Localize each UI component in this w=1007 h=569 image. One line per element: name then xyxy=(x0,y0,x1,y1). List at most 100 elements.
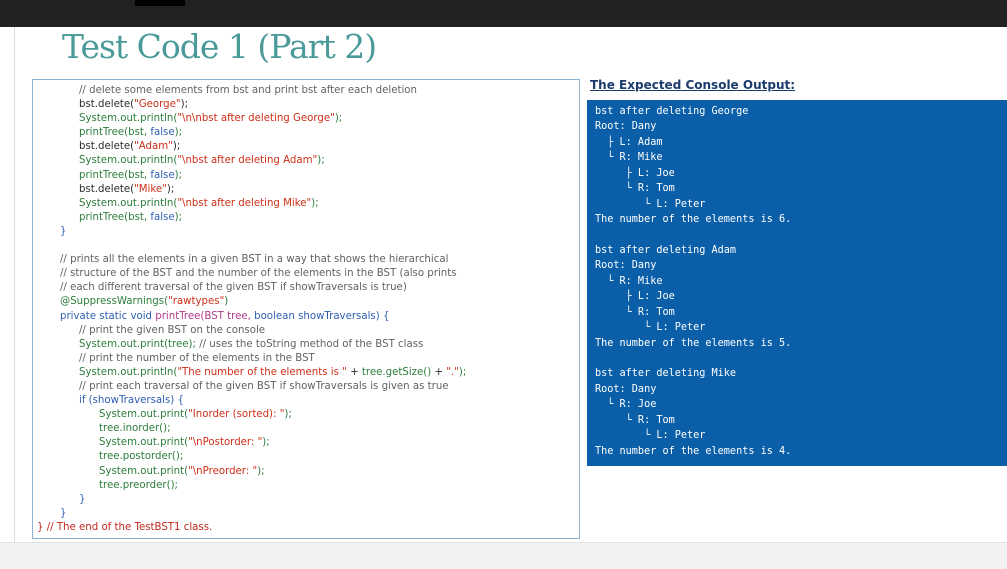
code-line: System.out.print("Inorder (sorted): "); xyxy=(33,408,579,422)
code-token: } xyxy=(79,493,86,505)
code-line: } xyxy=(33,225,579,239)
code-token: ); xyxy=(334,113,343,125)
console-line: bst after deleting Mike xyxy=(595,368,737,380)
code-token: printTree(BST tree, xyxy=(155,310,255,322)
code-token: } // The end of the TestBST1 class. xyxy=(37,521,213,533)
code-line: } xyxy=(33,493,579,507)
code-token: printTree(bst, xyxy=(79,211,151,223)
code-token: "\nPreorder: " xyxy=(188,465,258,477)
code-token: // each different traversal of the given… xyxy=(60,282,407,294)
code-line: printTree(bst, false); xyxy=(33,126,579,140)
top-bar-tab[interactable] xyxy=(135,0,185,6)
code-line: private static void printTree(BST tree, … xyxy=(33,310,579,324)
console-line: Root: Dany xyxy=(595,383,657,395)
code-token: ); xyxy=(284,409,292,421)
code-line: System.out.print("\nPostorder: "); xyxy=(33,436,579,450)
code-line: System.out.println("\nbst after deleting… xyxy=(33,197,579,211)
code-line: printTree(bst, false); xyxy=(33,211,579,225)
code-token: printTree(bst, xyxy=(79,127,151,139)
code-token: // structure of the BST and the number o… xyxy=(60,268,457,280)
code-token: tree.postorder(); xyxy=(99,451,184,463)
console-lines: bst after deleting George Root: Dany ├ L:… xyxy=(595,104,791,459)
code-token: "." xyxy=(446,366,459,378)
code-line: // prints all the elements in a given BS… xyxy=(33,253,579,267)
code-token: "\nbst after deleting Mike" xyxy=(177,197,312,209)
code-token: ); xyxy=(180,99,189,111)
console-line: └ L: Peter xyxy=(595,430,706,442)
code-line: // delete some elements from bst and pri… xyxy=(33,84,579,98)
left-divider xyxy=(14,27,15,542)
code-token: "Adam" xyxy=(134,141,173,153)
code-line: // each different traversal of the given… xyxy=(33,281,579,295)
console-line: bst after deleting Adam xyxy=(595,244,737,256)
code-line: } // The end of the TestBST1 class. xyxy=(33,521,579,535)
code-token: "George" xyxy=(134,99,181,111)
code-token: ); xyxy=(166,183,175,195)
code-line: System.out.println("\n\nbst after deleti… xyxy=(33,112,579,126)
code-token: ) xyxy=(224,296,229,308)
code-line: printTree(bst, false); xyxy=(33,169,579,183)
code-token: // print the number of the elements in t… xyxy=(79,352,315,364)
code-token: false xyxy=(150,169,175,181)
code-line: System.out.print("\nPreorder: "); xyxy=(33,465,579,479)
code-token: System.out.print(tree); xyxy=(79,338,200,350)
console-line: ├ L: Joe xyxy=(595,291,675,303)
code-token: + xyxy=(346,366,362,378)
code-token: System.out.println( xyxy=(79,113,178,125)
slide-title: Test Code 1 (Part 2) xyxy=(62,27,377,66)
code-line: System.out.println("\nbst after deleting… xyxy=(33,154,579,168)
code-token: // prints all the elements in a given BS… xyxy=(60,254,449,266)
code-line: bst.delete("George"); xyxy=(33,98,579,112)
code-token: System.out.println( xyxy=(79,155,178,167)
console-line: ├ L: Adam xyxy=(595,136,663,148)
code-line: if (showTraversals) { xyxy=(33,394,579,408)
code-line: System.out.print(tree); // uses the toSt… xyxy=(33,338,579,352)
code-token: "\nbst after deleting Adam" xyxy=(177,155,318,167)
code-line: // print each traversal of the given BST… xyxy=(33,380,579,394)
code-line: @SuppressWarnings("rawtypes") xyxy=(33,295,579,309)
code-token: printTree(bst, xyxy=(79,169,151,181)
code-line: // print the given BST on the console xyxy=(33,324,579,338)
code-token: ); xyxy=(174,211,183,223)
code-token: System.out.print( xyxy=(99,437,189,449)
console-line: The number of the elements is 5. xyxy=(595,337,792,349)
code-token: ); xyxy=(174,169,183,181)
code-token: bst.delete( xyxy=(79,99,135,111)
console-line: └ R: Tom xyxy=(595,183,675,195)
code-token: false xyxy=(150,211,175,223)
code-token: // print the given BST on the console xyxy=(79,324,266,336)
console-line: └ L: Peter xyxy=(595,322,706,334)
bottom-strip xyxy=(0,542,1007,569)
code-token: System.out.print( xyxy=(99,409,189,421)
code-line: bst.delete("Adam"); xyxy=(33,140,579,154)
console-output-heading: The Expected Console Output: xyxy=(590,78,796,92)
code-token: bst.delete( xyxy=(79,141,135,153)
code-token: boolean showTraversals) { xyxy=(254,310,390,322)
console-output-panel: bst after deleting George Root: Dany ├ L:… xyxy=(587,100,1007,466)
code-token: "\n\nbst after deleting George" xyxy=(177,113,335,125)
code-token: "rawtypes" xyxy=(168,296,225,308)
code-line: // print the number of the elements in t… xyxy=(33,352,579,366)
code-token: tree.inorder(); xyxy=(99,423,171,435)
code-line: tree.postorder(); xyxy=(33,450,579,464)
console-line: The number of the elements is 6. xyxy=(595,214,792,226)
console-line: ├ L: Joe xyxy=(595,167,675,179)
console-line: └ R: Mike xyxy=(595,275,663,287)
console-line: └ R: Tom xyxy=(595,414,675,426)
code-line: System.out.println("The number of the el… xyxy=(33,366,579,380)
code-token: private static void xyxy=(60,310,156,322)
code-token: "\nPostorder: " xyxy=(188,437,263,449)
console-line: └ L: Peter xyxy=(595,198,706,210)
code-line: bst.delete("Mike"); xyxy=(33,183,579,197)
code-token: System.out.println( xyxy=(79,197,178,209)
code-panel[interactable]: // delete some elements from bst and pri… xyxy=(32,79,580,539)
code-token: System.out.println( xyxy=(79,366,178,378)
code-token: ); xyxy=(174,127,183,139)
code-token: ); xyxy=(262,437,270,449)
console-line: Root: Dany xyxy=(595,260,657,272)
code-token: "Inorder (sorted): " xyxy=(188,409,285,421)
code-token: false xyxy=(150,127,175,139)
